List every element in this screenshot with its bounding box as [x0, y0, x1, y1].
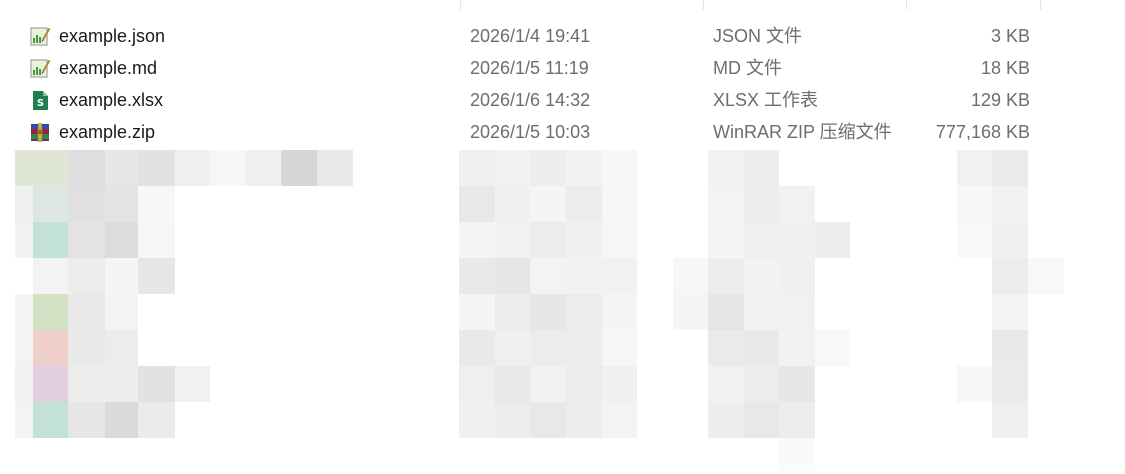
file-type: WinRAR ZIP 压缩文件: [713, 122, 892, 142]
column-separator-size[interactable]: [1040, 0, 1041, 10]
file-list: example.json 2026/1/4 19:41 JSON 文件 3 KB…: [0, 20, 1125, 148]
file-row[interactable]: S example.xlsx 2026/1/6 14:32 XLSX 工作表 1…: [0, 84, 1125, 116]
column-separator-type[interactable]: [906, 0, 907, 10]
file-row[interactable]: example.md 2026/1/5 11:19 MD 文件 18 KB: [0, 52, 1125, 84]
file-size: 3 KB: [990, 26, 1030, 46]
file-type: MD 文件: [713, 58, 782, 78]
file-modified-date: 2026/1/6 14:32: [470, 90, 591, 110]
file-name[interactable]: example.md: [59, 52, 157, 84]
file-modified-date: 2026/1/4 19:41: [470, 26, 591, 46]
column-separator-name[interactable]: [460, 0, 461, 10]
file-type: XLSX 工作表: [713, 90, 819, 110]
file-modified-date: 2026/1/5 11:19: [470, 58, 589, 78]
file-size: 777,168 KB: [935, 122, 1030, 142]
column-separator-date[interactable]: [703, 0, 704, 10]
file-name[interactable]: example.json: [59, 20, 165, 52]
file-modified-date: 2026/1/5 10:03: [470, 122, 591, 142]
file-name[interactable]: example.xlsx: [59, 84, 163, 116]
redacted-type-column: [673, 150, 850, 471]
md-file-icon: [30, 59, 51, 78]
file-row[interactable]: example.zip 2026/1/5 10:03 WinRAR ZIP 压缩…: [0, 116, 1125, 148]
json-file-icon: [30, 27, 51, 46]
file-type: JSON 文件: [713, 26, 803, 46]
file-name[interactable]: example.zip: [59, 116, 155, 148]
file-row[interactable]: example.json 2026/1/4 19:41 JSON 文件 3 KB: [0, 20, 1125, 52]
redacted-size-column: [957, 150, 1064, 438]
redacted-name-column: [15, 150, 353, 438]
xlsx-file-icon: S: [33, 91, 48, 110]
file-size: 18 KB: [980, 58, 1030, 78]
redacted-date-column: [459, 150, 637, 438]
file-size: 129 KB: [970, 90, 1030, 110]
svg-text:S: S: [37, 98, 44, 109]
winrar-zip-icon: [31, 123, 49, 142]
